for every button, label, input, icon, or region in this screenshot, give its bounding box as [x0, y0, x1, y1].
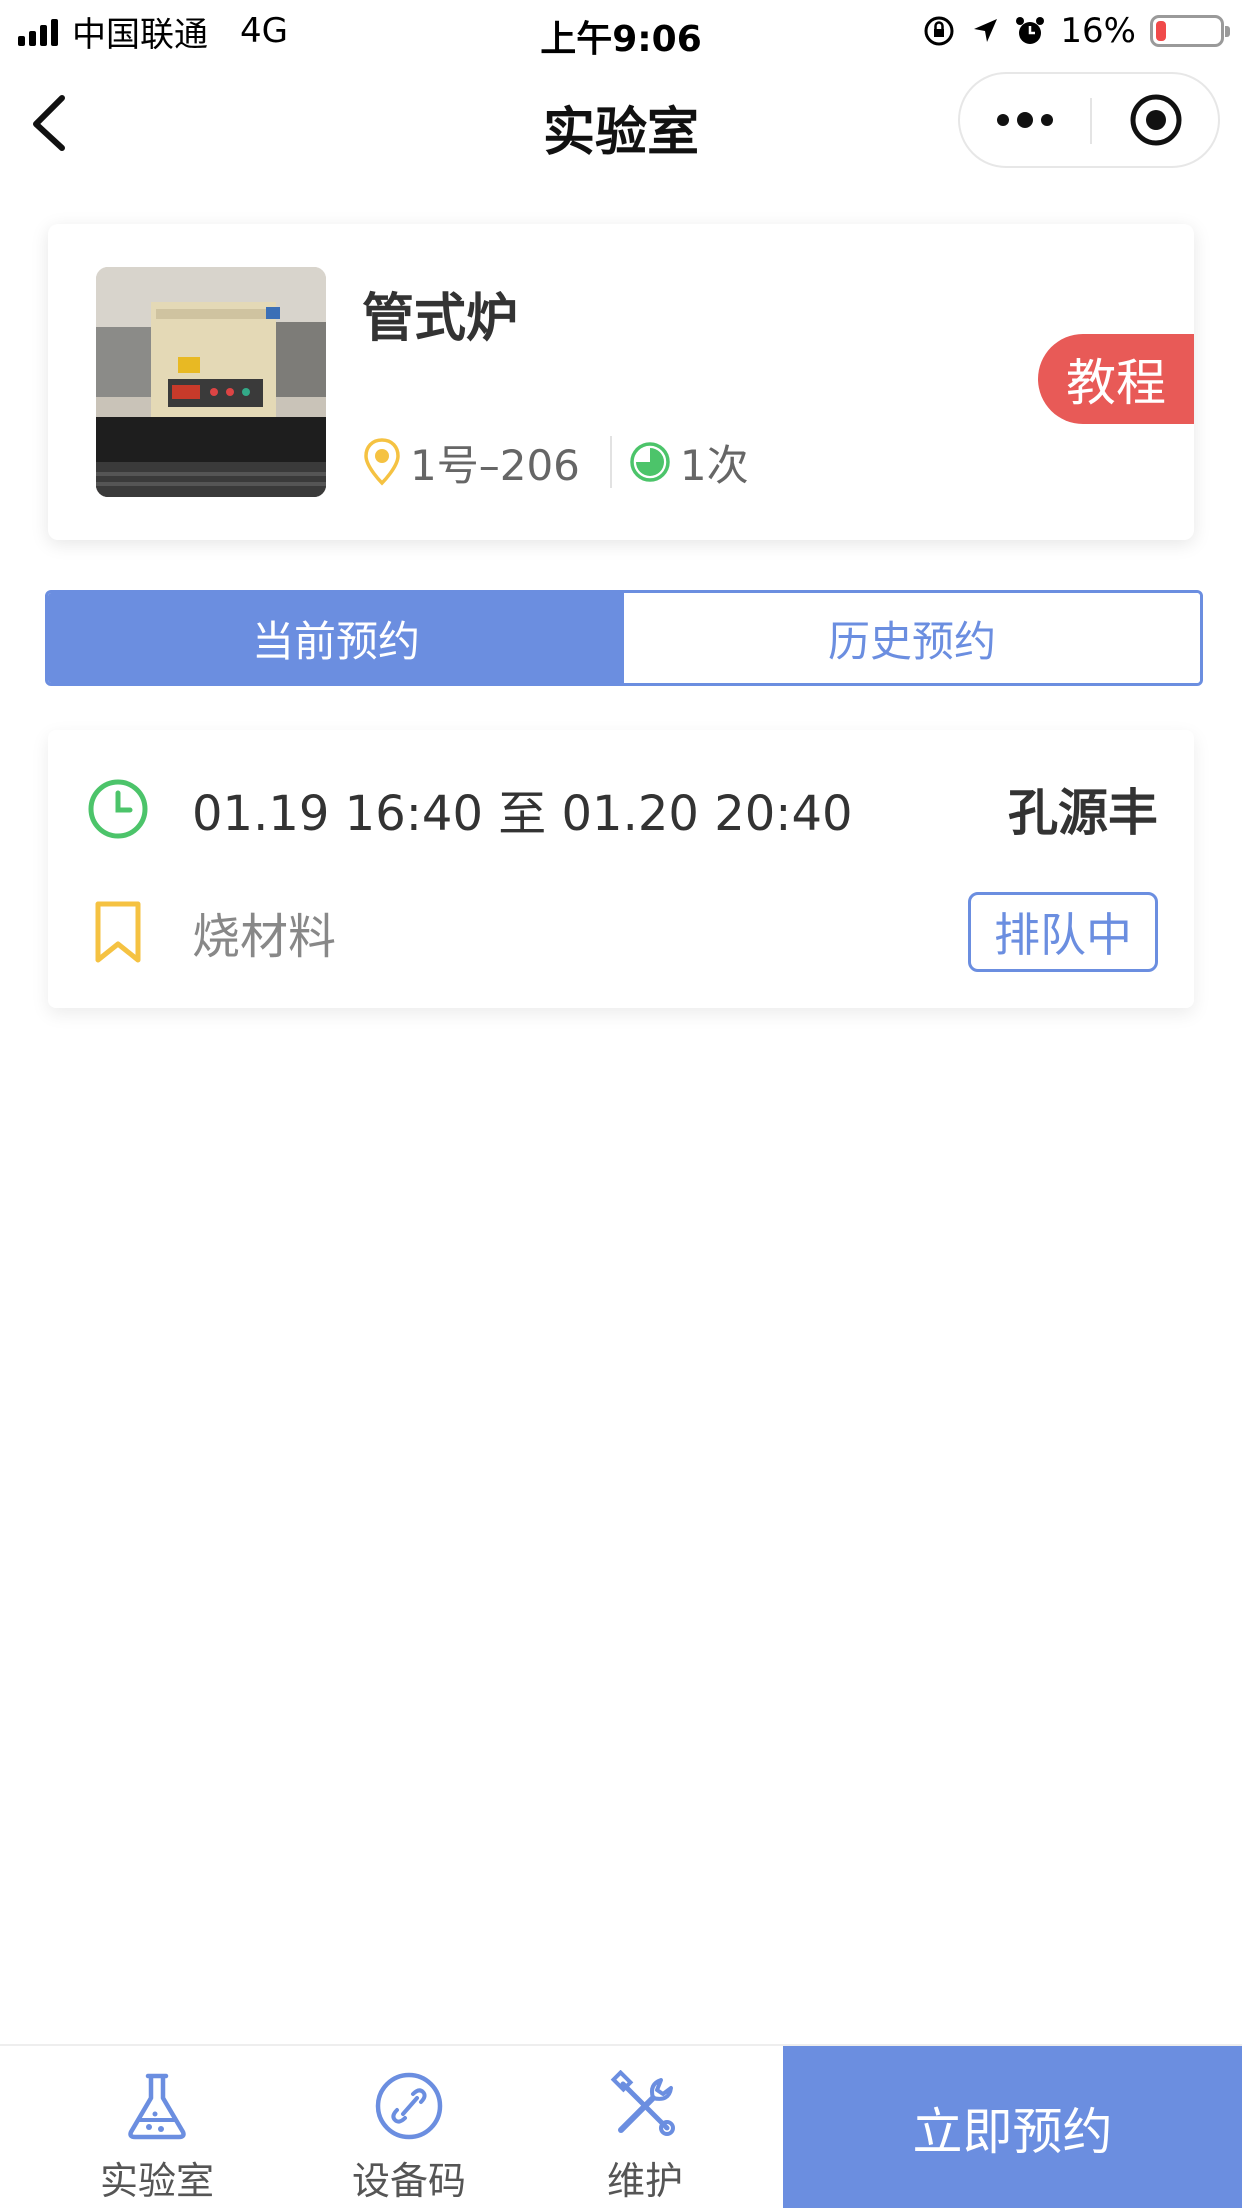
reservation-purpose-row: 烧材料 排队中 [92, 892, 1158, 972]
status-bar: 中国联通 4G 上午9:06 16% [0, 0, 1242, 62]
reservation-user: 孔源丰 [1008, 784, 1158, 842]
flask-icon [128, 2073, 186, 2140]
bottom-item-label: 实验室 [99, 2159, 214, 2203]
bottom-item-maintenance[interactable]: 维护 [550, 2070, 740, 2205]
rotation-lock-icon [924, 16, 954, 46]
more-button[interactable] [960, 74, 1090, 166]
bottom-item-label: 设备码 [351, 2159, 466, 2203]
location-arrow-icon [974, 19, 998, 42]
bottom-item-lab[interactable]: 实验室 [62, 2070, 252, 2205]
link-circle-icon [375, 2072, 443, 2140]
reservation-time-range: 01.19 16:40 至 01.20 20:40 [192, 786, 853, 842]
device-name: 管式炉 [362, 289, 519, 349]
bottom-item-device-code[interactable]: 设备码 [314, 2070, 504, 2205]
bottom-bar: 实验室 设备码 维护 立即预约 [0, 2044, 1242, 2208]
pie-chart-icon [630, 442, 670, 482]
nav-bar: 实验室 [0, 62, 1242, 180]
battery-percent: 16% [1060, 11, 1136, 51]
reservation-card[interactable]: 01.19 16:40 至 01.20 20:40 孔源丰 烧材料 排队中 [48, 730, 1194, 1008]
status-right: 16% [922, 10, 1230, 52]
more-dots-icon [997, 112, 1053, 128]
location-pin-icon [364, 438, 400, 486]
device-card[interactable]: 管式炉 1号–206 1次 教程 [48, 224, 1194, 540]
alarm-icon [1016, 17, 1045, 44]
tools-icon [610, 2070, 675, 2136]
meta-divider [609, 436, 612, 488]
bookmark-icon [95, 901, 141, 963]
close-mini-program-button[interactable] [1092, 74, 1220, 166]
battery-fill [1156, 21, 1166, 41]
battery-icon [1150, 15, 1230, 47]
mini-program-capsule [958, 72, 1220, 168]
device-location: 1号–206 [410, 440, 580, 490]
target-circle-icon [1130, 94, 1182, 146]
reservation-time-row: 01.19 16:40 至 01.20 20:40 孔源丰 [86, 774, 1158, 844]
reservation-tabs: 当前预约 历史预约 [45, 590, 1203, 686]
tab-current-reservations[interactable]: 当前预约 [48, 593, 624, 683]
bottom-item-label: 维护 [606, 2159, 683, 2203]
device-meta: 1号–206 1次 [362, 434, 749, 490]
reservation-purpose: 烧材料 [192, 909, 337, 965]
tutorial-button[interactable]: 教程 [1038, 334, 1194, 424]
reserve-now-button[interactable]: 立即预约 [783, 2046, 1242, 2208]
status-badge: 排队中 [968, 892, 1158, 972]
clock-icon [88, 779, 148, 839]
tab-history-reservations[interactable]: 历史预约 [624, 593, 1200, 683]
usage-count: 1次 [679, 440, 749, 490]
device-photo [96, 267, 326, 497]
